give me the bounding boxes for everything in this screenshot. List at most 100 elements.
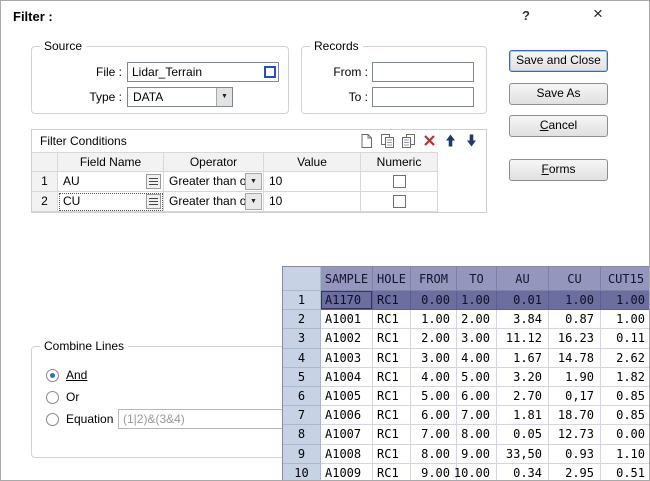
grid-cell[interactable]: 0.93 (549, 445, 601, 464)
grid-cell[interactable]: 33,50 (497, 445, 549, 464)
grid-cell[interactable]: A1005 (321, 387, 373, 406)
grid-cell[interactable]: 0.87 (549, 310, 601, 329)
grid-row-number[interactable]: 3 (283, 329, 321, 348)
grid-cell[interactable]: 0.85 (601, 387, 650, 406)
grid-cell[interactable]: 8.00 (457, 425, 497, 444)
grid-cell[interactable]: 6.00 (411, 406, 457, 425)
file-picker-icon[interactable] (264, 66, 276, 78)
grid-cell[interactable]: RC1 (373, 329, 411, 348)
grid-cell[interactable]: A1004 (321, 368, 373, 387)
move-down-button[interactable] (463, 132, 480, 149)
grid-cell[interactable]: 0,17 (549, 387, 601, 406)
grid-column-header[interactable]: CUT15 (601, 267, 650, 291)
from-input[interactable] (372, 62, 474, 82)
grid-cell[interactable]: 0.51 (601, 464, 650, 481)
grid-cell[interactable]: 1.67 (497, 349, 549, 368)
value-cell[interactable]: 10 (264, 172, 361, 192)
grid-row-number[interactable]: 10 (283, 464, 321, 481)
grid-cell[interactable]: 1.00 (601, 291, 650, 310)
grid-cell[interactable]: 7.00 (411, 425, 457, 444)
file-input[interactable] (127, 62, 279, 82)
grid-cell[interactable]: 2.00 (457, 310, 497, 329)
save-and-close-button[interactable]: Save and Close (509, 50, 608, 72)
grid-cell[interactable]: 14.78 (549, 349, 601, 368)
grid-cell[interactable]: 2.62 (601, 349, 650, 368)
grid-column-header[interactable]: AU (497, 267, 549, 291)
type-select[interactable]: DATA ▼ (127, 87, 233, 107)
grid-row-number[interactable]: 6 (283, 387, 321, 406)
grid-row-number[interactable]: 9 (283, 445, 321, 464)
grid-cell[interactable]: RC1 (373, 368, 411, 387)
chevron-down-icon[interactable]: ▼ (245, 193, 262, 210)
grid-cell[interactable]: 2.00 (411, 329, 457, 348)
grid-cell[interactable]: RC1 (373, 291, 411, 310)
grid-cell[interactable]: 0.34 (497, 464, 549, 481)
grid-cell[interactable]: A1006 (321, 406, 373, 425)
field-name-cell[interactable]: AU (58, 172, 164, 192)
grid-cell[interactable]: 1.81 (497, 406, 549, 425)
grid-cell[interactable]: 2.95 (549, 464, 601, 481)
grid-column-header[interactable]: TO (457, 267, 497, 291)
grid-row-number[interactable]: 5 (283, 368, 321, 387)
chevron-down-icon[interactable]: ▼ (245, 173, 262, 190)
forms-button[interactable]: Forms (509, 159, 608, 181)
insert-row-above-button[interactable] (379, 132, 396, 149)
grid-cell[interactable]: 4.00 (457, 349, 497, 368)
grid-cell[interactable]: 5.00 (457, 368, 497, 387)
grid-cell[interactable]: 3.00 (411, 349, 457, 368)
grid-cell[interactable]: 5.00 (411, 387, 457, 406)
grid-row-number[interactable]: 7 (283, 406, 321, 425)
move-up-button[interactable] (442, 132, 459, 149)
and-radio[interactable] (46, 369, 59, 382)
delete-row-button[interactable] (421, 132, 438, 149)
grid-row-number[interactable]: 2 (283, 310, 321, 329)
grid-corner-cell[interactable] (283, 267, 321, 291)
grid-column-header[interactable]: HOLE (373, 267, 411, 291)
grid-cell[interactable]: A1007 (321, 425, 373, 444)
operator-select[interactable]: Greater than or ▼ (164, 172, 264, 192)
grid-cell[interactable]: 11.12 (497, 329, 549, 348)
grid-cell[interactable]: RC1 (373, 464, 411, 481)
to-input[interactable] (372, 87, 474, 107)
grid-cell[interactable]: 7.00 (457, 406, 497, 425)
or-radio[interactable] (46, 391, 59, 404)
field-picker-button[interactable] (146, 194, 161, 209)
field-name-cell[interactable]: CU (58, 192, 164, 212)
grid-cell[interactable]: 1.90 (549, 368, 601, 387)
numeric-checkbox[interactable] (393, 195, 406, 208)
grid-column-header[interactable]: SAMPLE (321, 267, 373, 291)
help-button[interactable]: ? (522, 8, 530, 23)
new-condition-button[interactable] (358, 132, 375, 149)
grid-cell[interactable]: A1003 (321, 349, 373, 368)
cancel-button[interactable]: Cancel (509, 115, 608, 137)
grid-column-header[interactable]: FROM (411, 267, 457, 291)
grid-row-number[interactable]: 8 (283, 425, 321, 444)
grid-cell[interactable]: 0.00 (601, 425, 650, 444)
grid-cell[interactable]: A1008 (321, 445, 373, 464)
grid-cell[interactable]: 1.00 (411, 310, 457, 329)
grid-cell[interactable]: 1.00 (549, 291, 601, 310)
operator-select[interactable]: Greater than or ▼ (164, 192, 264, 212)
grid-cell[interactable]: 0.11 (601, 329, 650, 348)
grid-cell[interactable]: A1170 (321, 291, 373, 310)
field-picker-button[interactable] (146, 174, 161, 189)
grid-cell[interactable]: 1.10 (601, 445, 650, 464)
grid-cell[interactable]: 12.73 (549, 425, 601, 444)
grid-cell[interactable]: RC1 (373, 406, 411, 425)
value-cell[interactable]: 10 (264, 192, 361, 212)
grid-cell[interactable]: 0.05 (497, 425, 549, 444)
grid-cell[interactable]: 9.00 (457, 445, 497, 464)
numeric-checkbox[interactable] (393, 175, 406, 188)
grid-cell[interactable]: RC1 (373, 425, 411, 444)
grid-cell[interactable]: 10.00 (457, 464, 497, 481)
grid-cell[interactable]: 16.23 (549, 329, 601, 348)
insert-row-below-button[interactable] (400, 132, 417, 149)
grid-cell[interactable]: 0.85 (601, 406, 650, 425)
grid-row-number[interactable]: 4 (283, 349, 321, 368)
grid-cell[interactable]: 8.00 (411, 445, 457, 464)
grid-cell[interactable]: RC1 (373, 387, 411, 406)
equation-radio[interactable] (46, 413, 59, 426)
grid-column-header[interactable]: CU (549, 267, 601, 291)
grid-cell[interactable]: 3.84 (497, 310, 549, 329)
grid-cell[interactable]: 1.00 (457, 291, 497, 310)
